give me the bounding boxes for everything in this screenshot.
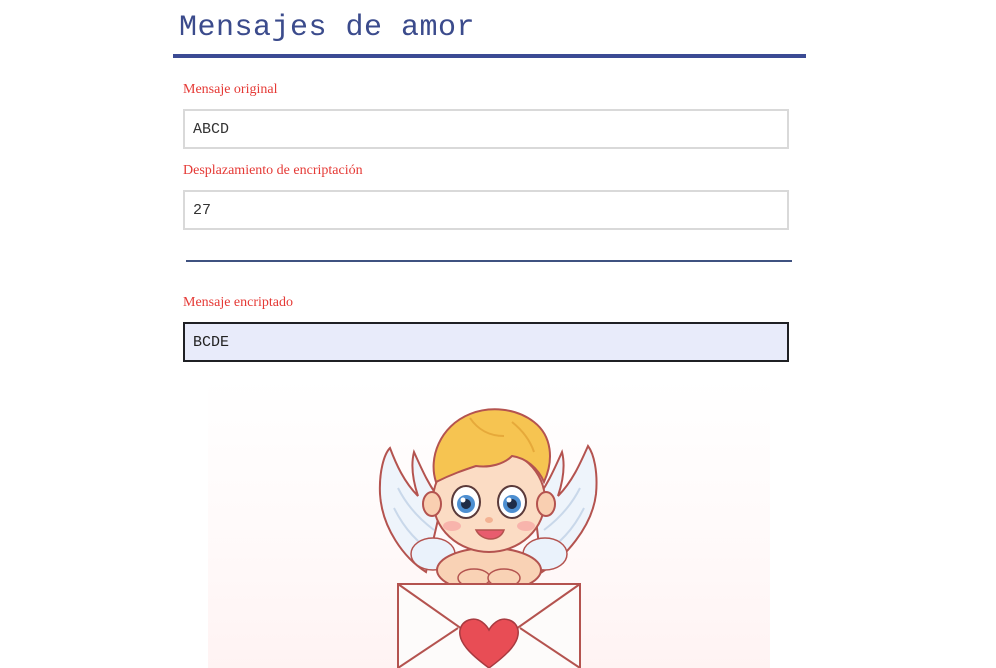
cupid-illustration (208, 378, 770, 668)
encrypted-message-output[interactable] (183, 322, 789, 362)
shift-label: Desplazamiento de encriptación (183, 163, 363, 178)
title-underline (173, 54, 806, 58)
page-title: Mensajes de amor (179, 11, 476, 45)
page: Mensajes de amor Mensaje original Despla… (0, 0, 996, 668)
shift-input[interactable] (183, 190, 789, 230)
encrypted-message-label: Mensaje encriptado (183, 295, 294, 310)
original-message-label: Mensaje original (183, 82, 278, 97)
original-message-input[interactable] (183, 109, 789, 149)
section-divider (186, 260, 792, 262)
cupid-icon (378, 408, 598, 668)
